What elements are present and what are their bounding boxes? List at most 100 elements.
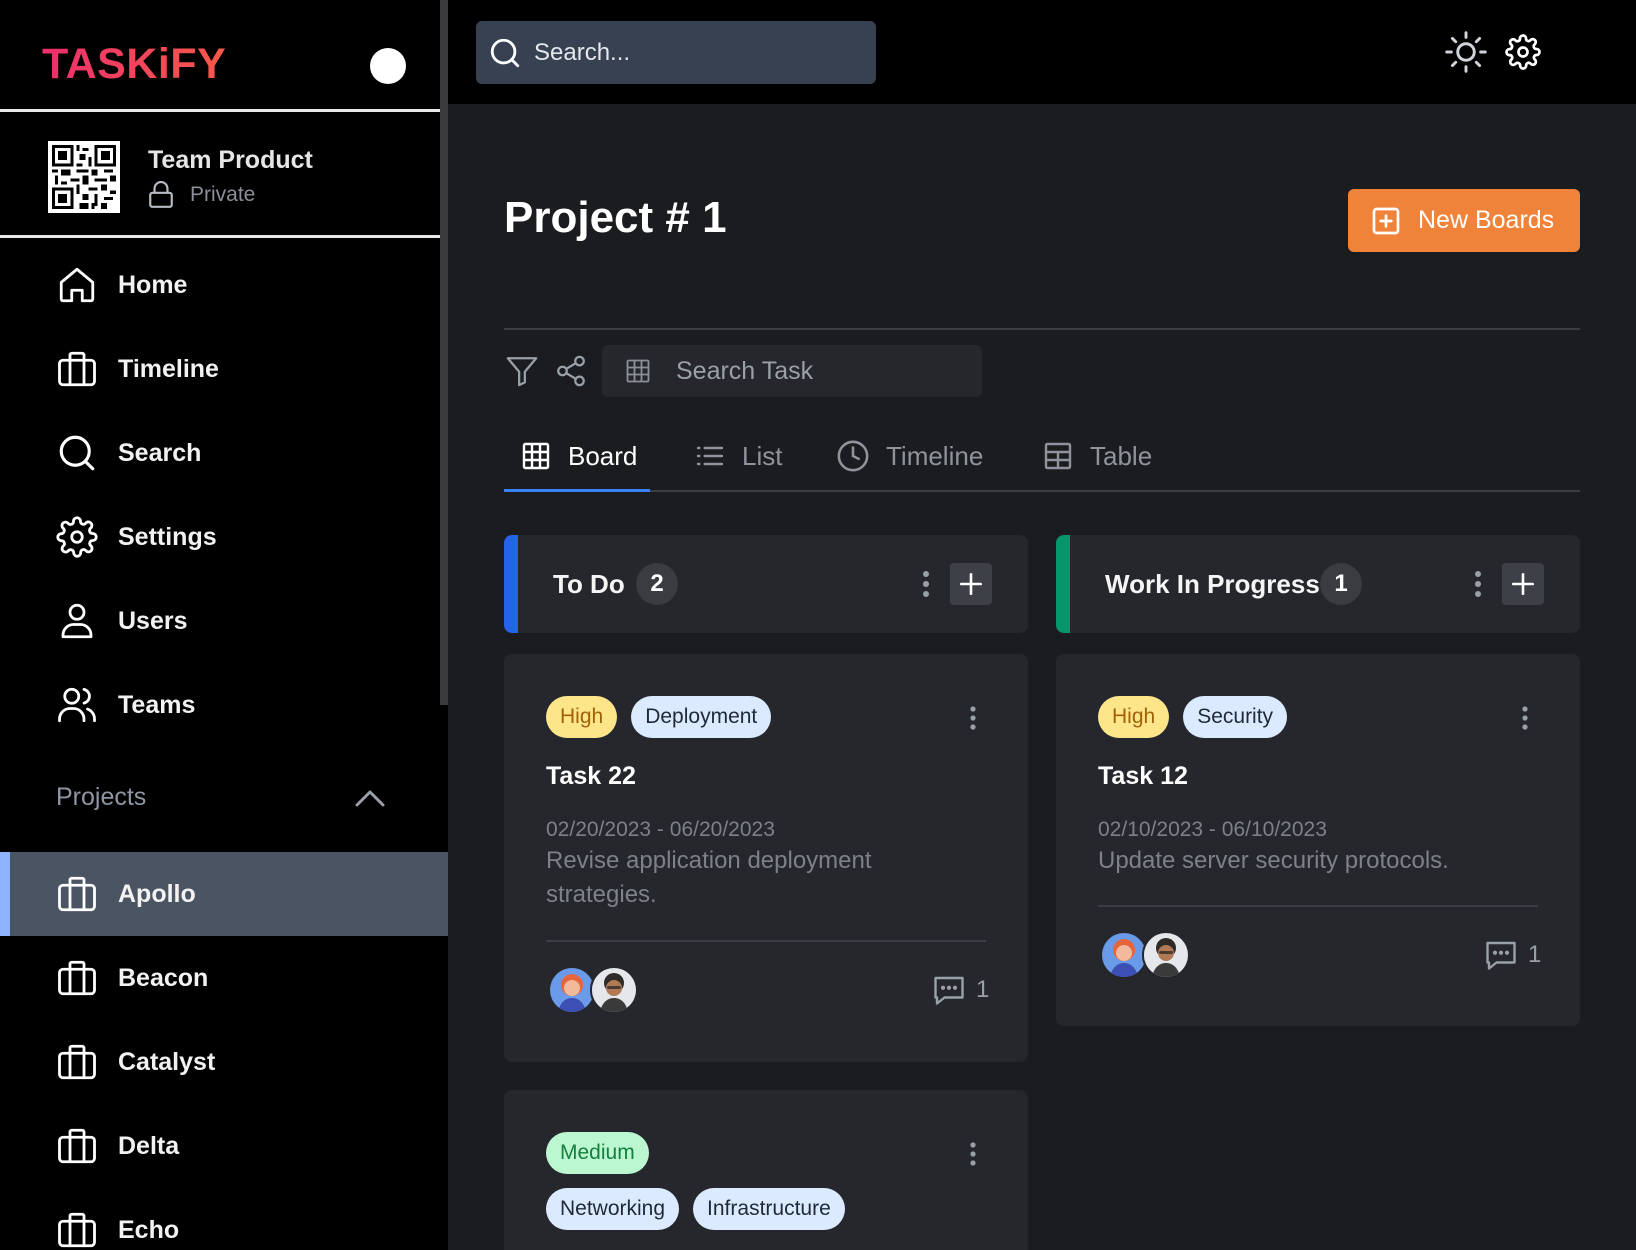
tag-badge: Security [1183,696,1288,738]
nav-item-users[interactable]: Users [0,579,448,663]
project-item-beacon[interactable]: Beacon [0,936,448,1020]
nav-label: Settings [118,522,217,551]
divider [0,109,448,112]
sidebar-scrollbar[interactable] [440,0,448,705]
tab-label: Board [568,440,638,471]
nav-item-teams[interactable]: Teams [0,663,448,747]
task-card[interactable]: High Security Task 12 02/10/2023 - 06/10… [1056,654,1580,1026]
new-boards-label: New Boards [1418,206,1555,234]
project-item-delta[interactable]: Delta [0,1104,448,1188]
nav-item-timeline[interactable]: Timeline [0,327,448,411]
column-header-todo: To Do 2 [504,535,1028,633]
project-label: Echo [118,1215,180,1244]
comments-count[interactable]: 1 [1482,937,1541,973]
tab-timeline[interactable]: Timeline [836,420,983,492]
table-icon [1042,440,1074,472]
column-color-bar [1056,535,1070,633]
comment-icon [1482,937,1520,973]
card-menu-icon[interactable] [969,705,977,731]
tab-label: Table [1090,440,1153,471]
task-card[interactable]: High Deployment Task 22 02/20/2023 - 06/… [504,654,1028,1062]
comments-count[interactable]: 1 [930,972,989,1008]
project-label: Delta [118,1131,180,1160]
avatar[interactable] [1142,931,1190,979]
card-dates: 02/20/2023 - 06/20/2023 [546,818,775,841]
project-item-apollo[interactable]: Apollo [0,852,448,936]
nav-label: Users [118,606,188,635]
column-menu-icon[interactable] [1474,569,1482,599]
project-label: Beacon [118,963,209,992]
card-title: Task 12 [1098,762,1188,790]
tab-label: Timeline [886,440,984,471]
column-color-bar [504,535,518,633]
avatar[interactable] [590,966,638,1014]
global-search-input[interactable] [534,38,864,67]
nav-label: Home [118,270,188,299]
priority-badge: Medium [546,1132,649,1174]
column-title: To Do [553,568,625,599]
theme-toggle-sun-icon[interactable] [1444,30,1488,74]
app-logo[interactable]: TASKiFY [42,40,226,89]
tab-list[interactable]: List [694,420,782,492]
tag-badge: Infrastructure [693,1188,845,1230]
share-icon[interactable] [554,354,588,388]
filter-icon[interactable] [504,354,540,388]
gear-icon [56,516,98,558]
add-task-button[interactable] [950,563,992,605]
comment-count: 1 [1528,941,1542,968]
task-card[interactable]: Medium Networking Infrastructure [504,1090,1028,1250]
chevron-up-icon[interactable] [354,788,386,808]
top-bar [448,0,1636,104]
project-label: Apollo [118,879,196,908]
column-menu-icon[interactable] [922,569,930,599]
nav-item-home[interactable]: Home [0,243,448,327]
briefcase-icon [56,957,98,999]
card-description: Update server security protocols. [1098,847,1449,874]
project-item-catalyst[interactable]: Catalyst [0,1020,448,1104]
active-tab-indicator [504,489,650,492]
task-search[interactable] [602,345,982,397]
card-dates: 02/10/2023 - 06/10/2023 [1098,818,1327,841]
new-boards-button[interactable]: New Boards [1348,189,1580,252]
home-icon [56,264,98,306]
briefcase-icon [56,1041,98,1083]
projects-section-header[interactable]: Projects [56,783,386,812]
avatar[interactable] [1100,931,1148,979]
tab-table[interactable]: Table [1042,420,1152,492]
team-name: Team Product [148,145,313,174]
nav-item-search[interactable]: Search [0,411,448,495]
card-menu-icon[interactable] [1521,705,1529,731]
sidebar: TASKiFY Team Product Private Home Timeli… [0,0,448,1250]
task-search-input[interactable] [676,356,976,386]
tab-label: List [742,440,783,471]
comment-count: 1 [976,976,990,1003]
tag-badge: Networking [546,1188,680,1230]
user-icon [56,600,98,642]
project-item-echo[interactable]: Echo [0,1188,448,1250]
team-header[interactable]: Team Product Private [48,141,313,213]
card-divider [1098,905,1538,907]
clock-icon [836,439,870,473]
add-task-button[interactable] [1502,563,1544,605]
nav-label: Teams [118,690,196,719]
briefcase-icon [56,348,98,390]
settings-gear-icon[interactable] [1505,34,1541,70]
nav-item-settings[interactable]: Settings [0,495,448,579]
plus-square-icon [1370,205,1402,237]
nav-label: Timeline [118,354,219,383]
search-icon [488,36,522,70]
grid-icon [624,357,652,385]
column-title: Work In Progress [1105,568,1320,599]
team-visibility: Private [190,182,256,206]
sidebar-toggle[interactable] [370,48,406,84]
tag-badge: Deployment [631,696,772,738]
project-label: Catalyst [118,1047,216,1076]
divider [504,328,1580,330]
global-search[interactable] [476,21,876,84]
tab-board[interactable]: Board [520,420,637,492]
column-header-in-progress: Work In Progress 1 [1056,535,1580,633]
avatar[interactable] [548,966,596,1014]
briefcase-icon [56,1125,98,1167]
priority-badge: High [1098,696,1170,738]
card-menu-icon[interactable] [969,1141,977,1167]
